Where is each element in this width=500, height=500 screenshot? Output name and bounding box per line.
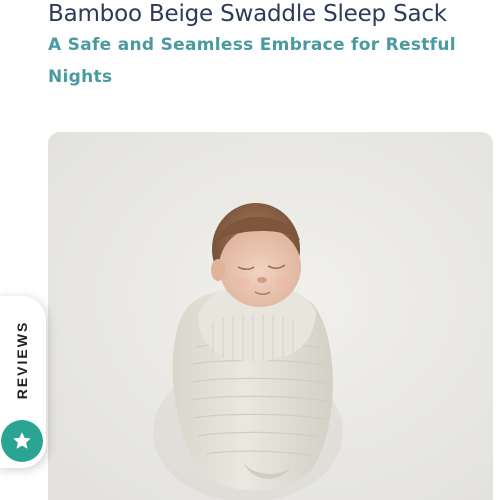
- reviews-tab-label: REVIEWS: [14, 320, 30, 400]
- reviews-tab[interactable]: REVIEWS: [0, 296, 46, 468]
- reviews-star-badge[interactable]: [1, 420, 43, 462]
- product-image[interactable]: [48, 132, 493, 500]
- product-title: Bamboo Beige Swaddle Sleep Sack: [48, 1, 447, 27]
- star-icon: [13, 432, 31, 449]
- product-subtitle: A Safe and Seamless Embrace for Restful …: [48, 35, 456, 87]
- baby-in-swaddle-illustration: [48, 132, 493, 500]
